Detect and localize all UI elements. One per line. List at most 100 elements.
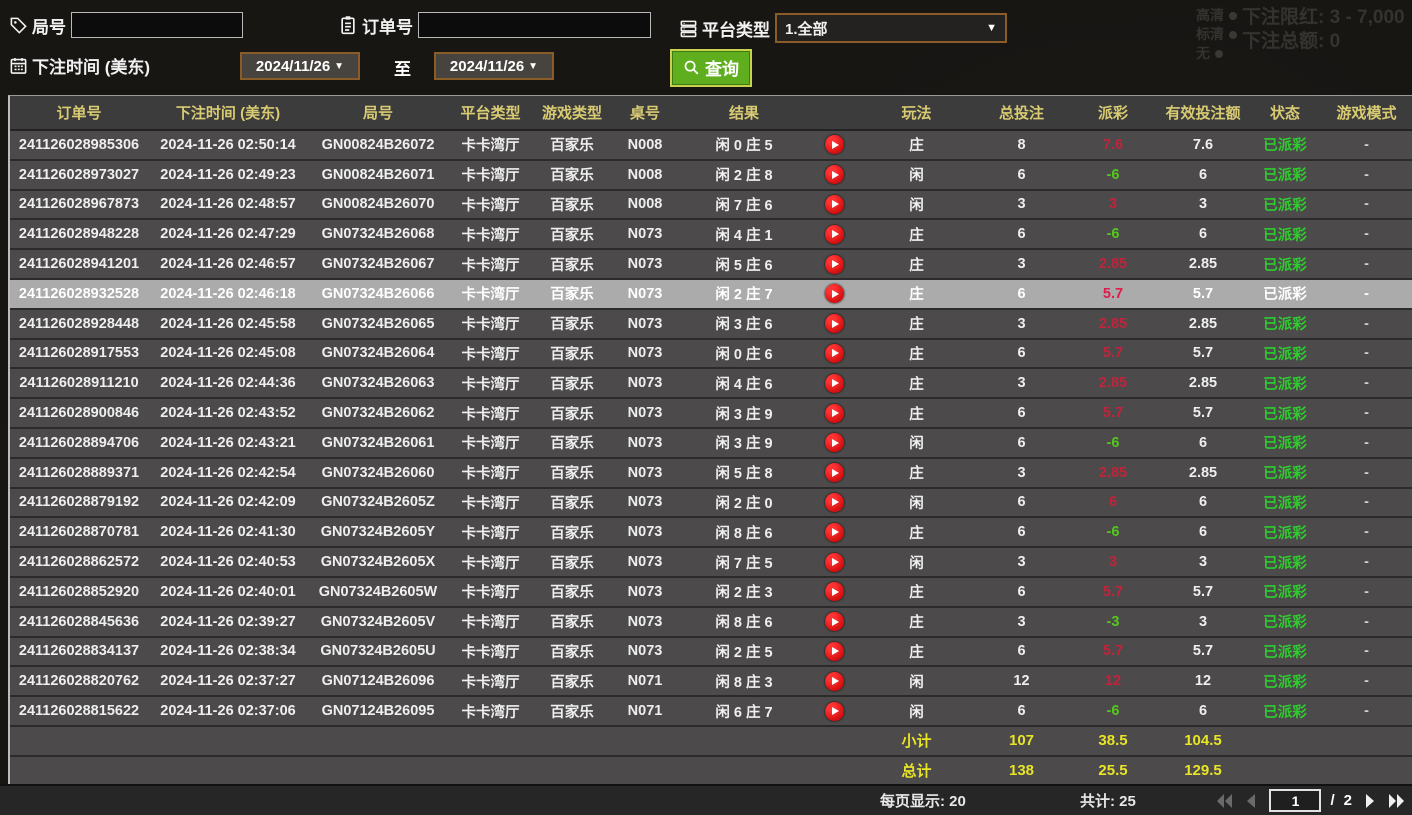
play-video-icon[interactable] [824,522,844,542]
cell-order-id: 241126028985306 [18,136,140,153]
search-button[interactable]: 查询 [670,49,752,87]
cell-valid-bet: 2.85 [1188,315,1218,332]
first-page-button[interactable] [1215,792,1233,810]
tag-icon [8,15,28,35]
table-header-row: 订单号 下注时间 (美东) 局号 平台类型 游戏类型 桌号 结果 玩法 总投注 派彩 有效投注额 状态… [10,96,1412,131]
search-button-label: 查询 [705,60,739,79]
play-video-icon[interactable] [824,343,844,363]
play-video-icon[interactable] [824,284,844,304]
cell-play-type: 庄 [909,138,924,155]
table-row[interactable]: 241126028879192 2024-11-26 02:42:09 GN0732… [10,488,1412,519]
current-page-input[interactable]: 1 [1269,789,1322,812]
table-row[interactable]: 241126028928448 2024-11-26 02:45:58 GN0732… [10,309,1412,340]
date-to-select[interactable]: 2024/11/26 ▼ [434,52,554,80]
cell-order-id: 241126028967873 [18,196,140,213]
cell-payout: 2.85 [1098,464,1128,481]
play-video-icon[interactable] [824,314,844,334]
cell-valid-bet: 6 [1198,434,1208,451]
cell-total-bet: 6 [1017,643,1026,660]
cell-total-bet: 3 [1017,554,1026,571]
cell-table-no: N073 [627,375,663,392]
cell-total-bet: 3 [1017,256,1026,273]
cell-table-no: N073 [627,613,663,630]
game-no-input[interactable] [71,12,243,38]
table-row[interactable]: 241126028985306 2024-11-26 02:50:14 GN0082… [10,131,1412,161]
table-row[interactable]: 241126028932528 2024-11-26 02:46:18 GN0732… [10,279,1412,310]
play-video-icon[interactable] [824,373,844,393]
column-header-10: 派彩 [1097,105,1128,122]
table-row[interactable]: 241126028815622 2024-11-26 02:37:06 GN0712… [10,697,1412,727]
cell-play-type: 庄 [909,585,924,602]
cell-status: 已派彩 [1263,376,1307,393]
next-page-button[interactable] [1361,792,1379,810]
cell-payout: 5.7 [1102,345,1124,362]
platform-select[interactable]: 1.全部 ▼ [775,13,1007,43]
cell-game-type: 百家乐 [550,346,594,363]
cell-game-type: 百家乐 [550,495,594,512]
play-video-icon[interactable] [824,641,844,661]
play-video-icon[interactable] [824,612,844,632]
cell-bet-time: 2024-11-26 02:42:54 [160,464,296,481]
play-video-icon[interactable] [824,582,844,602]
play-video-icon[interactable] [824,671,844,691]
last-page-button[interactable] [1388,792,1406,810]
cell-valid-bet: 5.7 [1192,583,1214,600]
table-row[interactable]: 241126028967873 2024-11-26 02:48:57 GN0082… [10,190,1412,221]
cell-payout: -6 [1106,524,1120,541]
prev-page-button[interactable] [1242,792,1260,810]
play-video-icon[interactable] [824,254,844,274]
table-row[interactable]: 241126028900846 2024-11-26 02:43:52 GN0732… [10,399,1412,429]
cell-platform: 卡卡湾厅 [461,168,520,185]
cell-play [809,191,859,219]
table-row[interactable]: 241126028917553 2024-11-26 02:45:08 GN0732… [10,339,1412,370]
table-row[interactable]: 241126028889371 2024-11-26 02:42:54 GN0732… [10,458,1412,489]
play-video-icon[interactable] [824,403,844,423]
cell-play-type: 庄 [909,227,924,244]
table-row[interactable]: 241126028862572 2024-11-26 02:40:53 GN0732… [10,548,1412,578]
cell-play [809,638,859,666]
cell-round-id: GN00824B26072 [321,136,435,153]
cell-total-bet: 6 [1017,166,1026,183]
play-video-icon[interactable] [824,165,844,185]
cell-platform: 卡卡湾厅 [461,346,520,363]
cell-game-mode: - [1364,613,1369,630]
play-video-icon[interactable] [824,552,844,572]
cell-total-bet: 3 [1017,613,1026,630]
cell-play [809,608,859,636]
cell-play [809,310,859,338]
order-no-input[interactable] [418,12,651,38]
table-row[interactable]: 241126028911210 2024-11-26 02:44:36 GN0732… [10,369,1412,400]
cell-round-id: GN00824B26071 [321,166,435,183]
date-from-select[interactable]: 2024/11/26 ▼ [240,52,360,80]
cell-play-type: 庄 [909,406,924,423]
game-no-label-wrap: 局号 [8,13,66,38]
cell-game-type: 百家乐 [550,466,594,483]
column-header-8: 玩法 [901,105,932,122]
cell-game-type: 百家乐 [550,555,594,572]
table-row[interactable]: 241126028834137 2024-11-26 02:38:34 GN0732… [10,637,1412,668]
play-video-icon[interactable] [824,433,844,453]
table-row[interactable]: 241126028870781 2024-11-26 02:41:30 GN0732… [10,518,1412,549]
cell-platform: 卡卡湾厅 [461,317,520,334]
cell-total-bet: 6 [1017,524,1026,541]
subtotal-valid-bet: 104.5 [1184,732,1222,750]
table-row[interactable]: 241126028948228 2024-11-26 02:47:29 GN0732… [10,220,1412,251]
cell-valid-bet: 3 [1198,196,1208,213]
table-row[interactable]: 241126028894706 2024-11-26 02:43:21 GN0732… [10,428,1412,459]
play-video-icon[interactable] [824,463,844,483]
cell-valid-bet: 2.85 [1188,256,1218,273]
cell-table-no: N008 [627,166,663,183]
cell-play [809,429,859,457]
table-row[interactable]: 241126028845636 2024-11-26 02:39:27 GN0732… [10,607,1412,638]
play-video-icon[interactable] [824,135,844,155]
play-video-icon[interactable] [824,492,844,512]
table-row[interactable]: 241126028941201 2024-11-26 02:46:57 GN0732… [10,250,1412,280]
play-video-icon[interactable] [824,194,844,214]
table-body: 241126028985306 2024-11-26 02:50:14 GN0082… [10,131,1412,727]
cell-result: 闲 7 庄 6 [715,197,773,214]
table-row[interactable]: 241126028852920 2024-11-26 02:40:01 GN0732… [10,577,1412,608]
play-video-icon[interactable] [824,224,844,244]
table-row[interactable]: 241126028973027 2024-11-26 02:49:23 GN0082… [10,160,1412,191]
play-video-icon[interactable] [824,701,844,721]
table-row[interactable]: 241126028820762 2024-11-26 02:37:27 GN0712… [10,667,1412,698]
